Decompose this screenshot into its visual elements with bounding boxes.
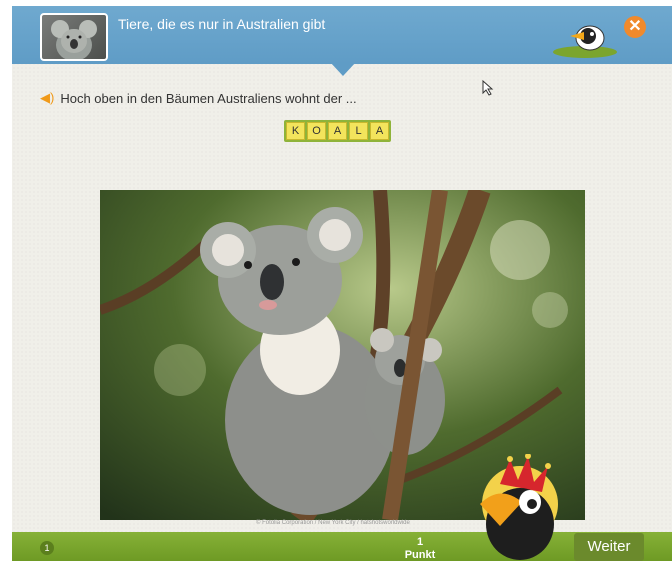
photo-credit: © Fotolia Corporation / New York City / … [256,520,410,526]
page-indicator[interactable]: 1 [40,541,54,555]
question-line: ◀) Hoch oben in den Bäumen Australiens w… [40,90,357,106]
header-notch [330,62,356,76]
crow-mascot-icon [550,16,620,60]
exercise-window: Tiere, die es nur in Australien gibt ✕ ◀… [12,6,672,561]
question-text: Hoch oben in den Bäumen Australiens wohn… [60,90,357,106]
header-bar: Tiere, die es nur in Australien gibt ✕ [12,6,672,64]
points-label: Punkt [404,549,436,561]
koala-thumbnail [40,13,108,61]
footer-bar [12,532,672,561]
points-display: 1 Punkt [395,536,445,561]
answer-tiles: K O A L A [284,120,391,142]
points-value: 1 [416,536,424,548]
crow-jester-mascot-icon [460,453,560,561]
letter-tile: A [370,122,389,140]
speaker-icon[interactable]: ◀) [40,90,54,106]
letter-tile: O [307,122,326,140]
next-button[interactable]: Weiter [574,533,644,561]
close-icon: ✕ [628,18,642,35]
letter-tile: K [286,122,305,140]
letter-tile: A [328,122,347,140]
letter-tile: L [349,122,368,140]
mouse-cursor-icon [482,80,494,96]
page-title: Tiere, die es nur in Australien gibt [118,16,326,32]
close-button[interactable]: ✕ [624,16,646,38]
